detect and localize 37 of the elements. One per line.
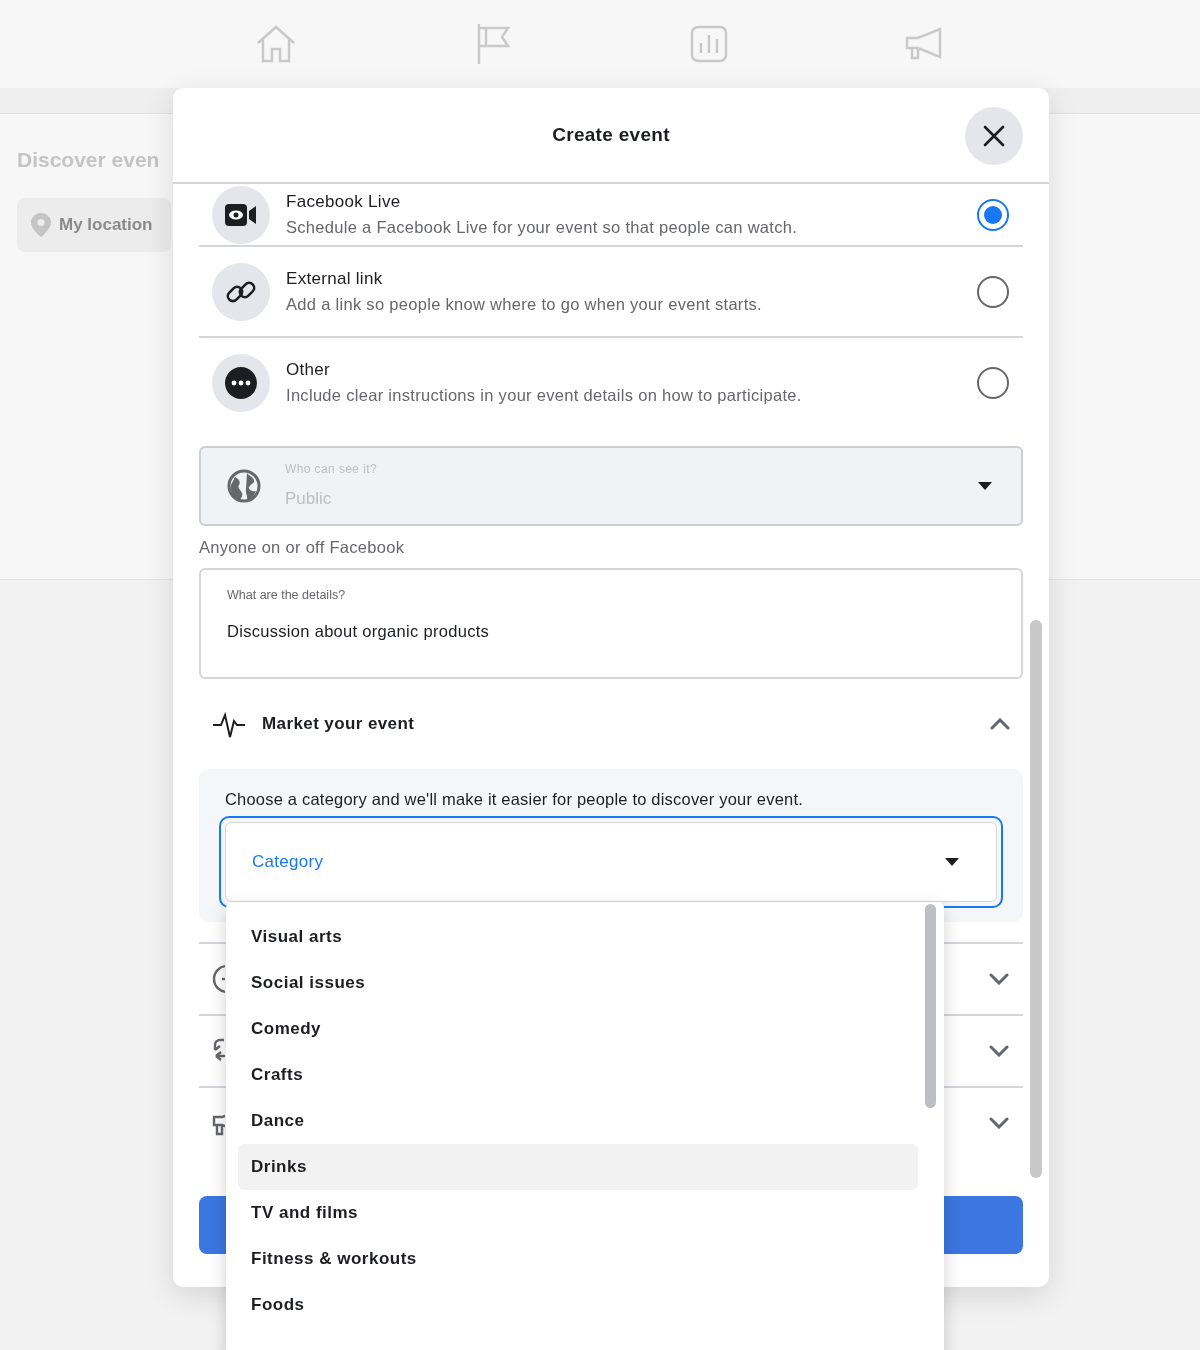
- market-section-header[interactable]: Market your event: [199, 678, 1023, 769]
- radio-button[interactable]: [977, 198, 1009, 231]
- close-icon: [983, 125, 1005, 147]
- more-icon: [225, 366, 257, 399]
- menu-item[interactable]: Drinks: [238, 1144, 918, 1190]
- menu-item[interactable]: Comedy: [238, 1006, 918, 1052]
- option-title: Other: [286, 359, 332, 382]
- location-option[interactable]: External link Add a link so people know where to go when your event starts.: [199, 245, 1023, 336]
- scrollbar[interactable]: [1030, 620, 1042, 1178]
- dialog-title: Create event: [552, 122, 670, 147]
- radio-button[interactable]: [977, 275, 1009, 308]
- category-prompt: Choose a category and we'll make it easier for people to discover your event.: [225, 788, 805, 810]
- menu-item[interactable]: Foods: [238, 1282, 918, 1328]
- option-description: Include clear instructions in your event details on how to participate.: [286, 384, 803, 406]
- privacy-help-text: Anyone on or off Facebook: [199, 537, 406, 558]
- menu-item[interactable]: Social issues: [238, 960, 918, 1006]
- dropdown-caret-icon: [977, 481, 993, 491]
- globe-icon: [227, 469, 261, 503]
- menu-item[interactable]: Dance: [238, 1098, 918, 1144]
- option-description: Add a link so people know where to go when your event starts.: [286, 293, 763, 315]
- menu-item[interactable]: Visual arts: [238, 914, 918, 960]
- location-option[interactable]: Other Include clear instructions in your event details on how to participate.: [199, 336, 1023, 427]
- bar-chart-icon[interactable]: [690, 25, 728, 63]
- location-pin-icon: [31, 212, 51, 237]
- menu-item[interactable]: TV and films: [238, 1190, 918, 1236]
- radio-button[interactable]: [977, 366, 1009, 399]
- category-dropdown[interactable]: Category: [219, 815, 1003, 908]
- dropdown-caret-icon: [944, 856, 960, 867]
- video-camera-icon: [225, 201, 257, 228]
- menu-item[interactable]: Fitness & workouts: [238, 1236, 918, 1282]
- details-field[interactable]: What are the details? Discussion about organic products: [199, 567, 1023, 679]
- option-title: Facebook Live: [286, 191, 402, 214]
- location-option[interactable]: Facebook Live Schedule a Facebook Live for your event so that people can watch.: [199, 184, 1023, 245]
- option-description: Schedule a Facebook Live for your event so that people can watch.: [286, 216, 799, 238]
- menu-item[interactable]: Crafts: [238, 1052, 918, 1098]
- option-title: External link: [286, 268, 384, 291]
- menu-scrollbar[interactable]: [925, 904, 936, 1108]
